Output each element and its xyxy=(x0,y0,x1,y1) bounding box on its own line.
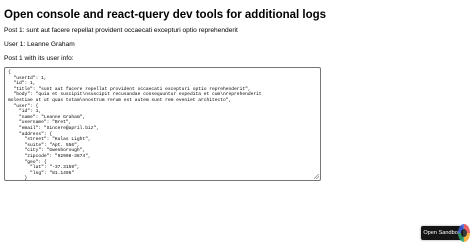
post-with-user-heading: Post 1 with its user info: xyxy=(4,55,74,62)
open-sandbox-button[interactable]: Open Sandbox xyxy=(421,226,463,240)
user-name-line: User 1: Leanne Graham xyxy=(4,41,75,48)
textarea-resize-handle[interactable] xyxy=(314,174,319,179)
page-title: Open console and react-query dev tools f… xyxy=(4,9,327,21)
json-output-textarea[interactable]: { "userId": 1, "id": 1, "title": "sunt a… xyxy=(4,67,321,181)
post-title-line: Post 1: sunt aut facere repellat provide… xyxy=(4,27,238,34)
json-output-text: { "userId": 1, "id": 1, "title": "sunt a… xyxy=(8,70,262,181)
codesandbox-logo-icon[interactable] xyxy=(458,224,470,242)
